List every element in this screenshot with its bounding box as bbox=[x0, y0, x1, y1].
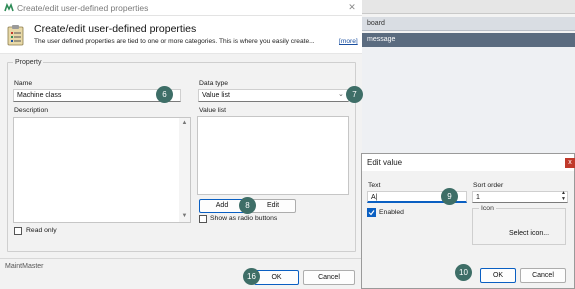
read-only-checkbox[interactable] bbox=[14, 227, 22, 235]
show-as-radio-checkbox[interactable] bbox=[199, 215, 207, 223]
dialog-header: Create/edit user-defined properties The … bbox=[0, 16, 362, 54]
edit-value-ok-button[interactable]: OK bbox=[480, 268, 516, 283]
scroll-up-icon[interactable]: ▲ bbox=[180, 120, 189, 126]
callout-badge: 8 bbox=[239, 197, 256, 214]
background-column-header: message bbox=[361, 33, 575, 47]
header-description: The user defined properties are tied to … bbox=[34, 38, 315, 45]
enabled-checkbox[interactable] bbox=[367, 208, 376, 217]
select-icon-button[interactable]: Select icon... bbox=[509, 230, 549, 237]
description-scrollbar[interactable] bbox=[179, 118, 190, 222]
callout-badge: 7 bbox=[346, 86, 363, 103]
name-label: Name bbox=[14, 80, 33, 87]
more-link[interactable]: [more] bbox=[339, 38, 358, 45]
ok-button[interactable]: OK bbox=[254, 270, 299, 285]
description-label: Description bbox=[14, 107, 48, 114]
edit-value-titlebar: Edit value x bbox=[362, 154, 575, 171]
callout-badge: 10 bbox=[455, 264, 472, 281]
close-icon[interactable]: ✕ bbox=[346, 1, 358, 14]
sort-order-stepper[interactable]: 1 bbox=[472, 191, 568, 203]
description-textarea[interactable] bbox=[13, 117, 191, 223]
properties-dialog: Create/edit user-defined properties ✕ Cr… bbox=[0, 0, 362, 289]
scroll-down-icon[interactable]: ▼ bbox=[180, 213, 189, 219]
sort-order-label: Sort order bbox=[473, 182, 504, 189]
maintmaster-logo-icon bbox=[4, 3, 14, 12]
background-tab: board bbox=[361, 17, 575, 31]
stepper-down-icon[interactable]: ▼ bbox=[561, 196, 566, 202]
value-list-label: Value list bbox=[199, 107, 227, 114]
dialog-title: Create/edit user-defined properties bbox=[17, 3, 149, 13]
callout-badge: 16 bbox=[243, 268, 260, 285]
footer-brand: MaintMaster bbox=[5, 263, 44, 270]
read-only-label: Read only bbox=[26, 227, 57, 234]
show-as-radio-label: Show as radio buttons bbox=[210, 215, 278, 222]
callout-badge: 6 bbox=[156, 86, 173, 103]
chevron-down-icon[interactable]: ⌄ bbox=[338, 90, 344, 98]
checkmark-icon bbox=[368, 210, 375, 216]
close-icon[interactable]: x bbox=[565, 158, 575, 168]
enabled-label: Enabled bbox=[379, 209, 404, 216]
edit-value-title: Edit value bbox=[367, 158, 403, 167]
clipboard-icon bbox=[7, 25, 24, 46]
icon-group bbox=[472, 208, 566, 245]
property-group-legend: Property bbox=[13, 59, 44, 66]
edit-value-cancel-button[interactable]: Cancel bbox=[520, 268, 566, 283]
data-type-select[interactable]: Value list bbox=[198, 89, 349, 102]
icon-group-legend: Icon bbox=[479, 205, 496, 212]
value-list-box[interactable] bbox=[197, 116, 349, 195]
edit-button[interactable]: Edit bbox=[250, 199, 296, 213]
header-title: Create/edit user-defined properties bbox=[34, 23, 197, 35]
data-type-label: Data type bbox=[199, 80, 229, 87]
callout-badge: 9 bbox=[441, 188, 458, 205]
background-toolbar bbox=[361, 0, 575, 14]
dialog-titlebar: Create/edit user-defined properties ✕ bbox=[0, 0, 362, 16]
footer-divider bbox=[0, 258, 362, 259]
text-label: Text bbox=[368, 182, 381, 189]
cancel-button[interactable]: Cancel bbox=[303, 270, 355, 285]
